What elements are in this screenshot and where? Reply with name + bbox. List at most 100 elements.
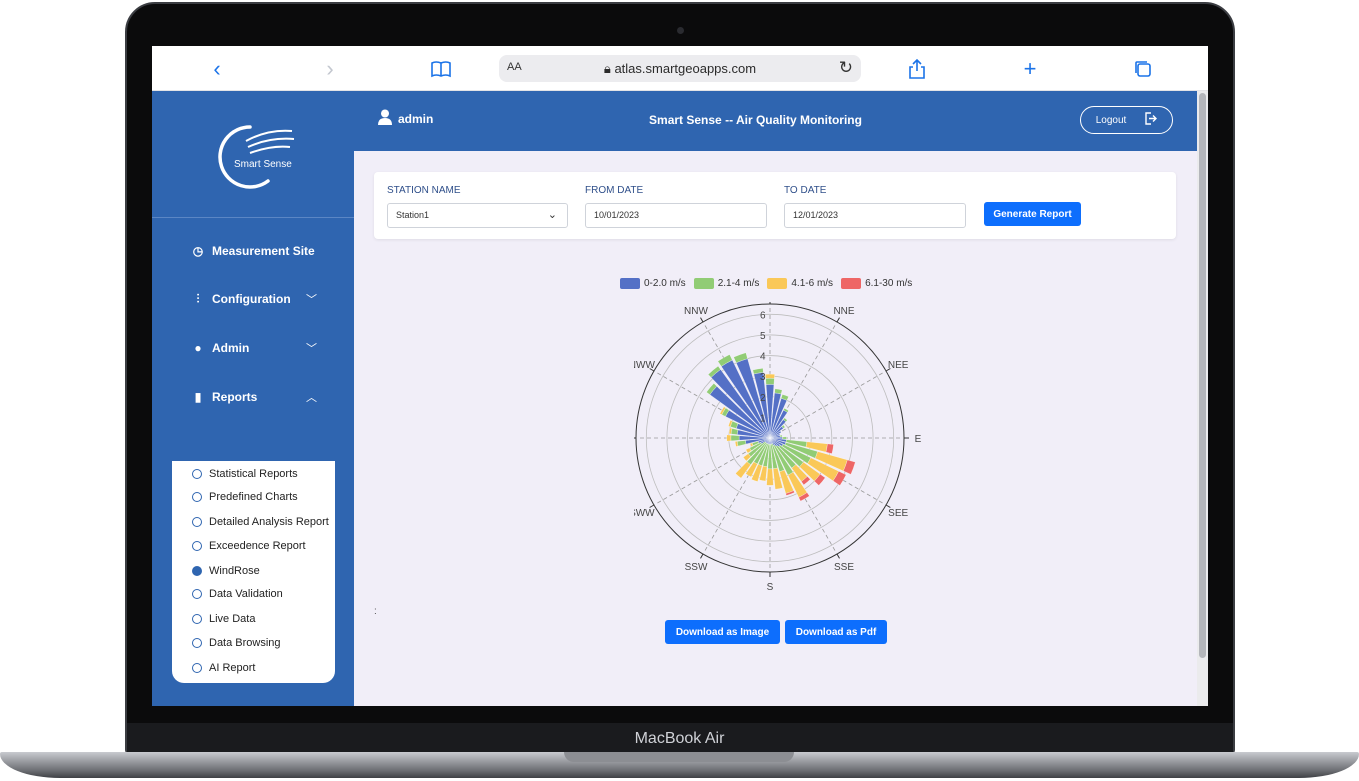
sidebar-item-measurement-site[interactable]: ◷ Measurement Site [190, 240, 315, 262]
submenu-item-label: Data Browsing [209, 637, 281, 649]
submenu-item-label: Data Validation [209, 588, 283, 600]
direction-label: NWW [634, 360, 655, 371]
legend-item[interactable]: 2.1-4 m/s [693, 278, 760, 289]
smart-sense-logo [218, 125, 295, 189]
chevron-down-icon: ﹀ [306, 343, 317, 355]
submenu-item-exceedence-report[interactable]: Exceedence Report [192, 537, 306, 555]
sidebar-item-reports[interactable]: ▮ Reports ︿ [190, 386, 317, 408]
windrose-bar [766, 468, 774, 486]
filter-card: STATION NAME Station1 ⌄ FROM DATE 10/01/… [374, 172, 1176, 239]
submenu-item-predefined-charts[interactable]: Predefined Charts [192, 488, 298, 506]
user-icon: ● [194, 341, 202, 355]
sliders-icon: ⫶ [196, 291, 200, 306]
to-date-label: TO DATE [784, 185, 827, 196]
address-bar[interactable]: AA 🔒︎ atlas.smartgeoapps.com ↻ [499, 55, 861, 82]
from-date-label: FROM DATE [585, 185, 644, 196]
submenu-item-data-browsing[interactable]: Data Browsing [192, 634, 281, 652]
back-icon[interactable]: ‹ [204, 56, 230, 82]
sidebar-item-label: Admin [212, 341, 250, 355]
radial-tick-label: 5 [760, 331, 766, 342]
submenu-item-windrose[interactable]: WindRose [192, 562, 260, 580]
chevron-down-icon: ⌄ [547, 209, 557, 221]
radio-icon [192, 663, 202, 673]
submenu-item-label: Statistical Reports [209, 468, 298, 480]
grid-spoke [769, 370, 887, 439]
chevron-down-icon: ﹀ [306, 294, 317, 306]
browser-toolbar: ‹ › AA 🔒︎ atlas.smartgeoapps.com ↻ + [152, 46, 1208, 91]
radial-tick-label: 2 [760, 393, 766, 404]
submenu-item-label: Predefined Charts [209, 491, 298, 503]
report-icon: ▮ [194, 390, 202, 404]
legend-label: 4.1-6 m/s [791, 278, 834, 289]
lock-icon: 🔒︎ [603, 61, 611, 76]
sidebar-item-label: Configuration [212, 292, 291, 306]
legend-label: 6.1-30 m/s [865, 278, 913, 289]
legend-swatch [841, 278, 862, 289]
radio-icon [192, 469, 202, 479]
submenu-item-label: Detailed Analysis Report [209, 516, 329, 528]
legend-item[interactable]: 0-2.0 m/s [620, 278, 686, 289]
direction-label: SEE [888, 508, 908, 519]
sidebar-item-configuration[interactable]: ⫶ Configuration ﹀ [190, 288, 317, 310]
radio-icon [192, 492, 202, 502]
radio-icon [192, 541, 202, 551]
radial-tick-label: 1 [760, 413, 766, 424]
radial-tick-label: 6 [760, 310, 766, 321]
station-value: Station1 [396, 210, 430, 220]
reload-icon[interactable]: ↻ [839, 58, 853, 78]
windrose-chart: 123456NNNENEEESEESSESSSWSWWWNWWNNW [634, 302, 922, 592]
direction-label: S [767, 582, 774, 592]
generate-report-button[interactable]: Generate Report [984, 202, 1081, 226]
forward-icon[interactable]: › [317, 56, 343, 82]
legend-swatch [620, 278, 640, 289]
submenu-item-statistical-reports[interactable]: Statistical Reports [192, 465, 298, 483]
share-icon[interactable] [904, 56, 930, 82]
page-scrollbar[interactable] [1197, 91, 1208, 706]
submenu-item-data-validation[interactable]: Data Validation [192, 585, 283, 603]
direction-label: NEE [888, 360, 909, 371]
url-text: 🔒︎ atlas.smartgeoapps.com [499, 61, 861, 77]
legend-item[interactable]: 4.1-6 m/s [767, 278, 833, 289]
submenu-item-ai-report[interactable]: AI Report [192, 659, 255, 677]
windrose-bar [730, 428, 739, 435]
bookmarks-icon[interactable] [428, 56, 454, 82]
direction-label: SWW [634, 508, 655, 519]
radial-tick-label: 4 [760, 352, 766, 363]
legend-label: 0-2.0 m/s [644, 278, 686, 289]
page-title: Smart Sense -- Air Quality Monitoring [649, 113, 862, 127]
windrose-bar [765, 373, 775, 379]
to-date-input[interactable]: 12/01/2023 [784, 203, 966, 228]
windrose-bar [737, 440, 747, 447]
submenu-item-label: Exceedence Report [209, 540, 306, 552]
axis-tick [836, 553, 840, 559]
legend-label: 2.1-4 m/s [717, 278, 760, 289]
sidebar-item-admin[interactable]: ● Admin ﹀ [190, 337, 317, 359]
scrollbar-thumb[interactable] [1199, 93, 1206, 658]
axis-tick [700, 317, 704, 323]
brand-name: Smart Sense [234, 159, 292, 170]
sidebar: Smart Sense ◷ Measurement Site ⫶ Configu… [152, 91, 354, 706]
submenu-item-label: Live Data [209, 613, 256, 625]
app-header: admin Smart Sense -- Air Quality Monitor… [354, 91, 1197, 151]
direction-label: NNE [833, 306, 854, 317]
logout-button[interactable]: Logout [1080, 106, 1173, 134]
stray-colon: : [374, 606, 377, 617]
sidebar-item-label: Measurement Site [212, 244, 315, 258]
direction-label: SSE [834, 562, 854, 573]
reports-submenu: Statistical Reports Predefined Charts De… [172, 461, 335, 683]
legend-item[interactable]: 6.1-30 m/s [841, 278, 912, 289]
submenu-item-detailed-analysis-report[interactable]: Detailed Analysis Report [192, 513, 329, 531]
windrose-bar [779, 434, 783, 438]
download-image-button[interactable]: Download as Image [665, 620, 780, 644]
submenu-item-live-data[interactable]: Live Data [192, 610, 255, 628]
tabs-icon[interactable] [1130, 56, 1156, 82]
windrose-bar [726, 434, 732, 442]
download-pdf-button[interactable]: Download as Pdf [785, 620, 887, 644]
from-date-input[interactable]: 10/01/2023 [585, 203, 767, 228]
new-tab-icon[interactable]: + [1017, 56, 1043, 82]
chevron-up-icon: ︿ [306, 392, 317, 404]
radio-icon [192, 589, 202, 599]
station-label: STATION NAME [387, 185, 461, 196]
station-select[interactable]: Station1 ⌄ [387, 203, 568, 228]
direction-label: E [915, 434, 922, 445]
